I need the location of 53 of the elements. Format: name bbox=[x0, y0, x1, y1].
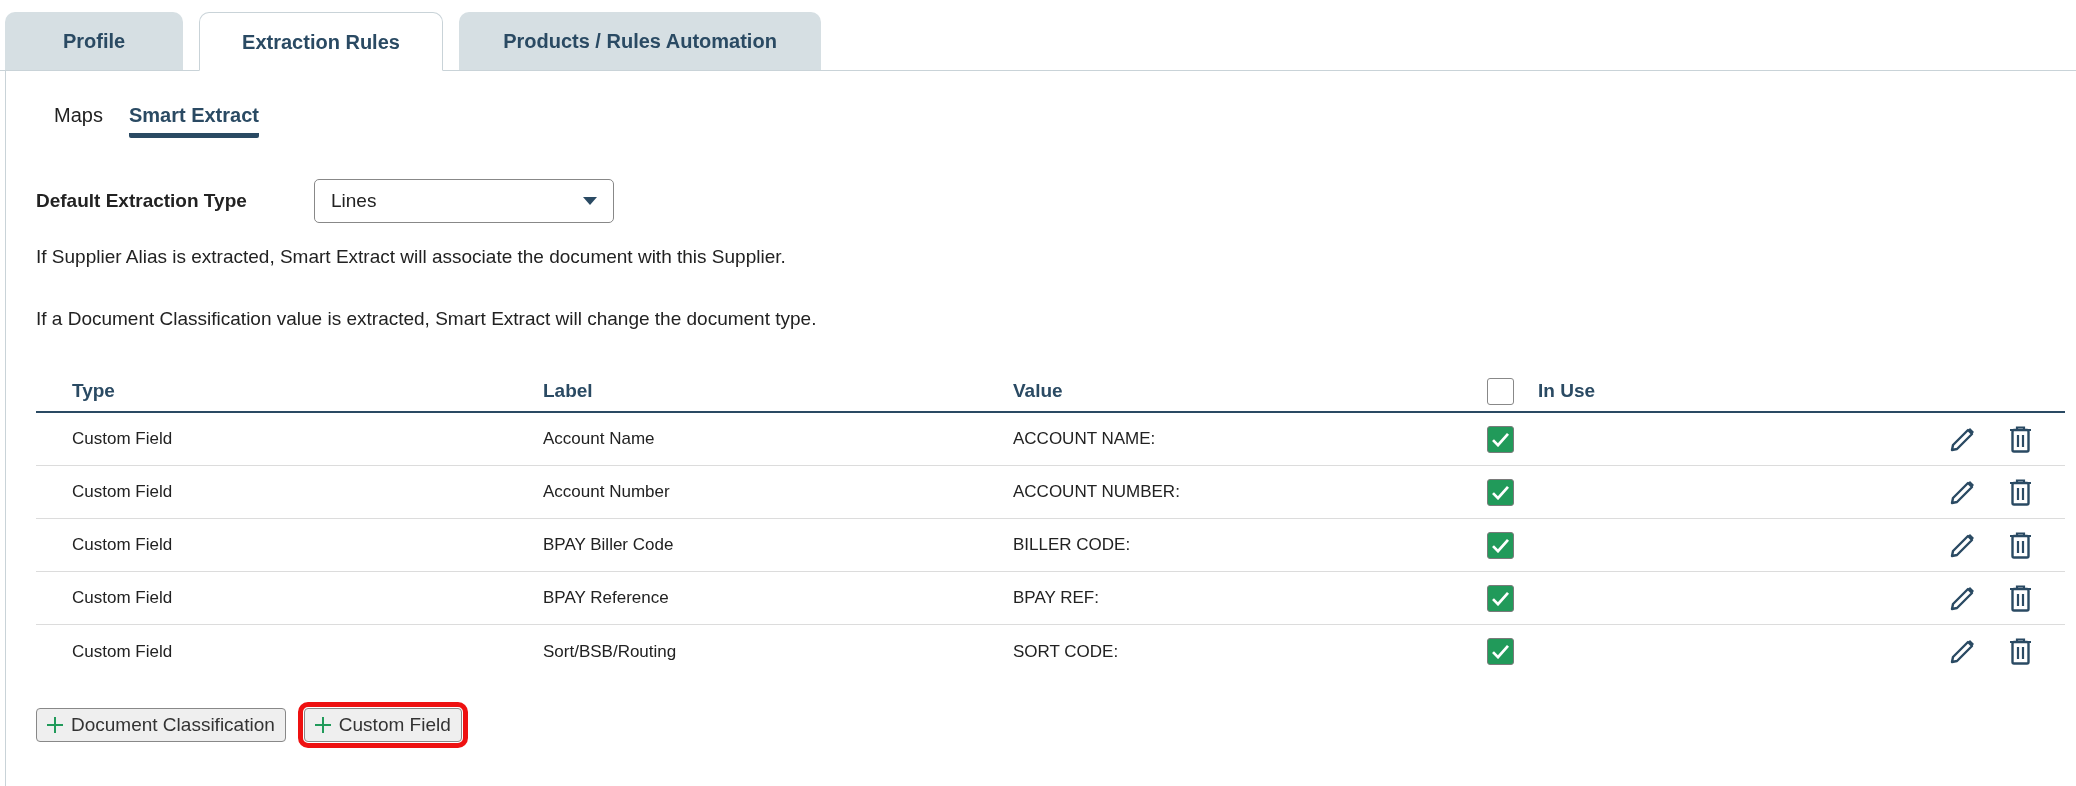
table-cell-text: Account Number bbox=[542, 481, 671, 504]
tab[interactable]: Products / Rules Automation bbox=[459, 12, 821, 70]
table-cell-text: BPAY REF: bbox=[1012, 587, 1100, 610]
trash-icon[interactable] bbox=[2009, 531, 2032, 559]
table-cell-text: BILLER CODE: bbox=[1012, 534, 1132, 557]
checkbox[interactable] bbox=[1487, 638, 1514, 665]
checkmark-icon bbox=[1491, 644, 1510, 659]
checkbox[interactable] bbox=[1487, 531, 1514, 559]
table-cell-text: Custom Field bbox=[71, 534, 174, 557]
info-text: If Supplier Alias is extracted, Smart Extract will associate the document with this Supplier. bbox=[36, 245, 787, 269]
table-cell-text: ACCOUNT NUMBER: bbox=[1012, 481, 1181, 504]
tab[interactable]: Extraction Rules bbox=[199, 12, 443, 71]
edit-icon[interactable] bbox=[1949, 584, 1976, 612]
subtab[interactable]: Smart Extract bbox=[128, 96, 259, 138]
trash-icon[interactable] bbox=[2009, 584, 2032, 612]
table-cell-text: SORT CODE: bbox=[1012, 640, 1120, 663]
table-cell-text: Custom Field bbox=[71, 428, 174, 451]
table-cell-text: Account Name bbox=[542, 428, 656, 451]
checkbox[interactable] bbox=[1487, 478, 1514, 506]
checkmark-icon bbox=[1491, 484, 1510, 500]
table-cell-text: Custom Field bbox=[71, 587, 174, 610]
dropdown[interactable]: Lines bbox=[314, 179, 614, 223]
column-header: In Use bbox=[1538, 378, 1596, 403]
info-text: If a Document Classification value is extracted, Smart Extract will change the document type. bbox=[36, 306, 818, 331]
edit-icon[interactable] bbox=[1949, 425, 1976, 453]
column-header: Label bbox=[542, 378, 594, 403]
column-header: Type bbox=[71, 378, 116, 403]
trash-icon[interactable] bbox=[2009, 425, 2032, 453]
tab[interactable]: Profile bbox=[5, 12, 183, 70]
plus-icon bbox=[314, 717, 331, 733]
edit-icon[interactable] bbox=[1949, 478, 1976, 506]
table-cell-text: BPAY Reference bbox=[542, 587, 670, 610]
column-header: Value bbox=[1012, 378, 1064, 403]
add-button[interactable]: Document Classification bbox=[36, 708, 286, 742]
subtab[interactable]: Maps bbox=[54, 96, 103, 138]
plus-icon bbox=[47, 717, 63, 733]
checkmark-icon bbox=[1491, 590, 1510, 606]
table-cell-text: ACCOUNT NAME: bbox=[1012, 428, 1157, 451]
checkbox[interactable] bbox=[1487, 425, 1514, 453]
table-cell-text: BPAY Biller Code bbox=[542, 534, 675, 557]
edit-icon[interactable] bbox=[1949, 531, 1976, 559]
trash-icon[interactable] bbox=[2009, 638, 2032, 665]
table-cell-text: Custom Field bbox=[71, 640, 174, 663]
caret-icon bbox=[583, 197, 597, 205]
table-cell-text: Sort/BSB/Routing bbox=[542, 640, 678, 663]
checkmark-icon bbox=[1491, 537, 1510, 553]
checkmark-icon bbox=[1491, 431, 1510, 447]
table-cell-text: Custom Field bbox=[71, 481, 174, 504]
field-label: Default Extraction Type bbox=[36, 188, 248, 213]
edit-icon[interactable] bbox=[1949, 638, 1976, 665]
trash-icon[interactable] bbox=[2009, 478, 2032, 506]
checkbox[interactable] bbox=[1487, 584, 1514, 612]
checkbox[interactable] bbox=[1487, 377, 1514, 405]
